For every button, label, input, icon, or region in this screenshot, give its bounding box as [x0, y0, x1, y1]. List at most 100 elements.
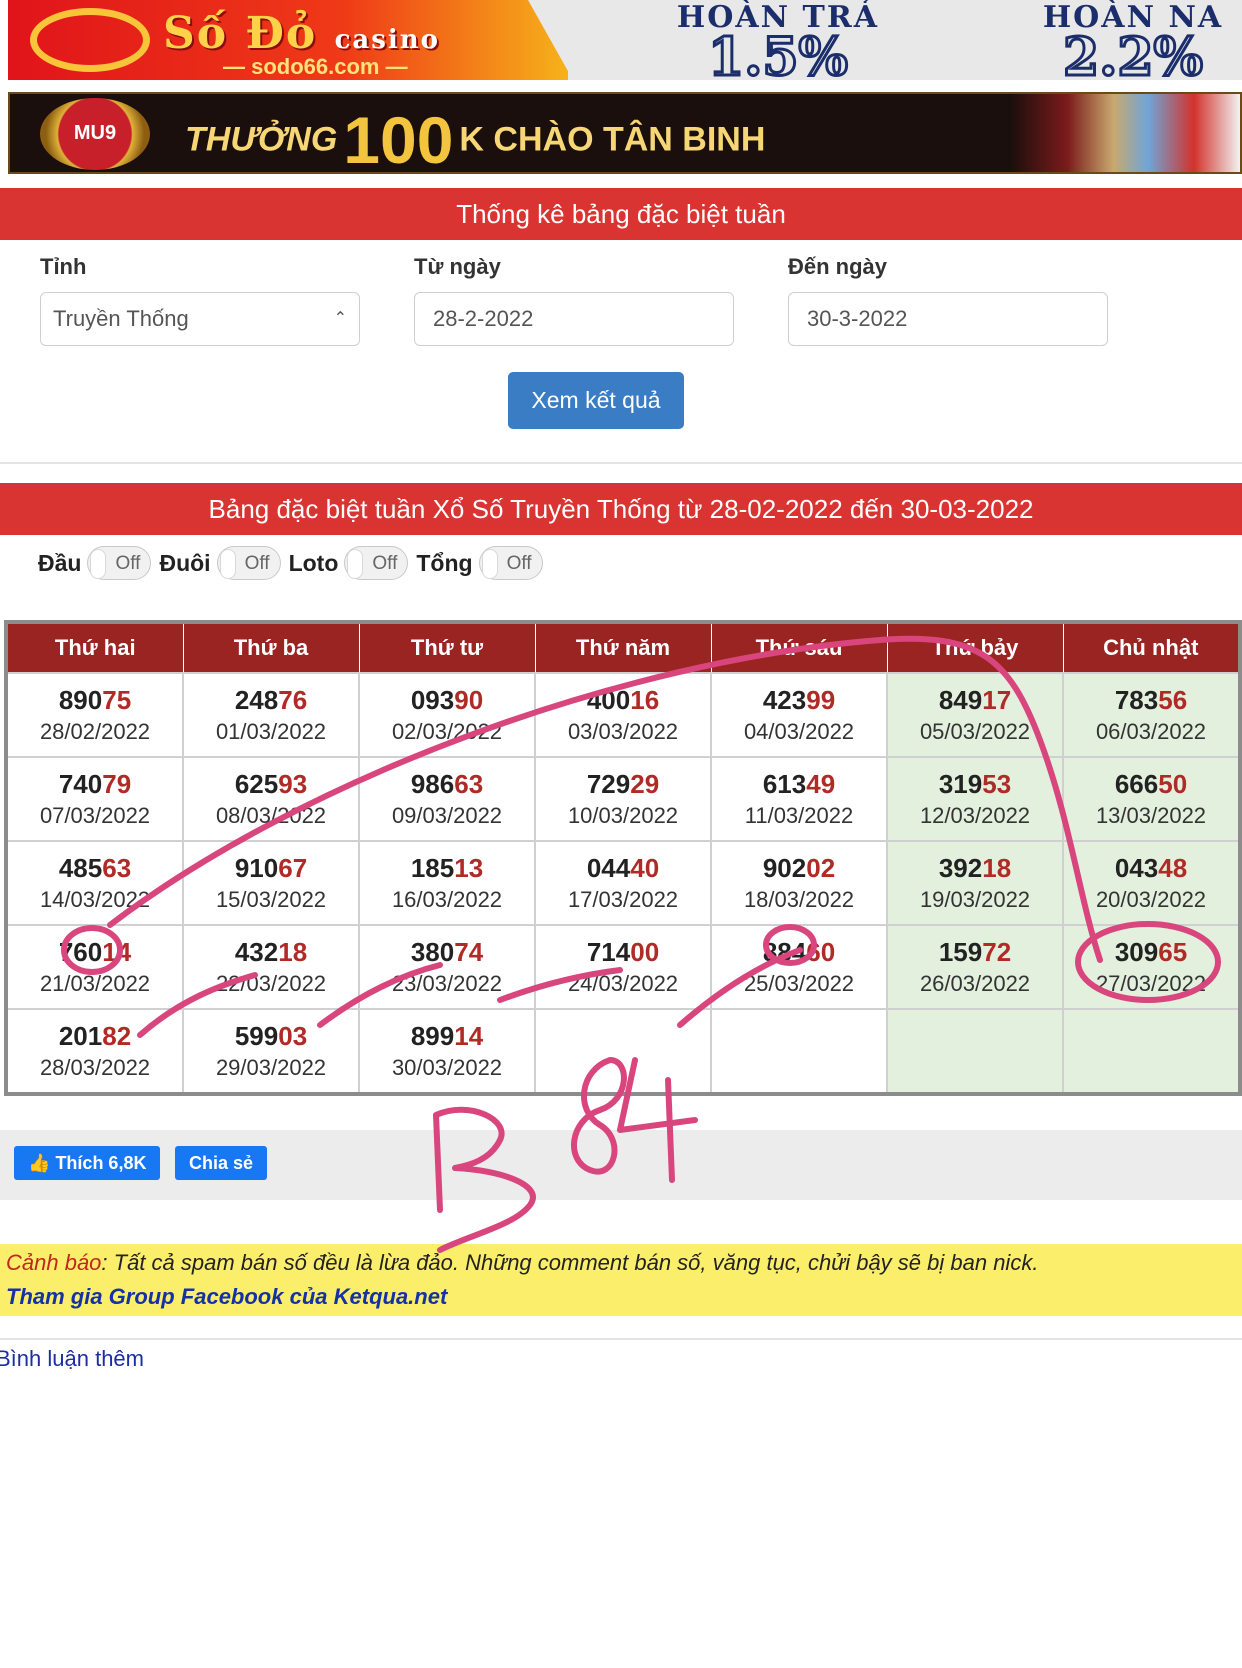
toggle-duoi[interactable]: Off	[216, 546, 281, 580]
toggle-label-loto: Loto	[288, 549, 339, 576]
offer-2: HOÀN NA 2.2%	[1042, 0, 1224, 80]
toggle-dau[interactable]: Off	[87, 546, 152, 580]
facebook-share-button[interactable]: Chia sẻ	[175, 1146, 268, 1180]
number-head: 884	[762, 937, 807, 967]
draw-date: 02/03/2022	[391, 719, 503, 744]
number-head: 044	[586, 853, 631, 883]
number-head: 986	[410, 769, 455, 799]
draw-date: 15/03/2022	[215, 887, 327, 912]
number-tail: 60	[806, 937, 836, 967]
players-photo	[1010, 94, 1240, 172]
result-cell: 91067 15/03/2022	[182, 840, 360, 926]
number-tail: 63	[102, 853, 132, 883]
number-tail: 16	[630, 685, 660, 715]
number-tail: 29	[630, 769, 660, 799]
draw-date: 16/03/2022	[391, 887, 503, 912]
number-head: 201	[58, 1021, 103, 1051]
mu9-badge-icon: MU9	[40, 98, 150, 170]
number-head: 613	[762, 769, 807, 799]
number-head: 485	[58, 853, 103, 883]
number-tail: 49	[806, 769, 836, 799]
draw-date: 25/03/2022	[743, 971, 855, 996]
number-head: 309	[1114, 937, 1159, 967]
number-tail: 18	[278, 937, 308, 967]
result-cell: 72929 10/03/2022	[534, 756, 712, 842]
draw-date: 26/03/2022	[919, 971, 1031, 996]
result-cell: 43218 22/03/2022	[182, 924, 360, 1010]
result-cell: 38074 23/03/2022	[358, 924, 536, 1010]
number-tail: 18	[982, 853, 1012, 883]
number-tail: 75	[102, 685, 132, 715]
number-head: 423	[762, 685, 807, 715]
special-number: 20182	[9, 1019, 181, 1053]
result-cell: 24876 01/03/2022	[182, 672, 360, 758]
mu9-banner[interactable]: MU9 THƯỞNG100 K CHÀO TÂN BINH	[8, 92, 1242, 174]
draw-date: 21/03/2022	[39, 971, 151, 996]
toggle-loto[interactable]: Off	[344, 546, 409, 580]
result-cell: 84917 05/03/2022	[886, 672, 1064, 758]
from-date-input[interactable]: 28-2-2022	[414, 292, 734, 346]
special-number: 09390	[361, 683, 533, 717]
number-tail: 72	[982, 937, 1012, 967]
number-head: 248	[234, 685, 279, 715]
number-tail: 14	[102, 937, 132, 967]
draw-date: 12/03/2022	[919, 803, 1031, 828]
special-number: 39218	[889, 851, 1061, 885]
special-number: 24876	[185, 683, 357, 717]
result-cell: 18513 16/03/2022	[358, 840, 536, 926]
special-number: 30965	[1065, 935, 1237, 969]
more-comments-link[interactable]: Bình luận thêm	[0, 1346, 144, 1372]
toggle-tong[interactable]: Off	[478, 546, 543, 580]
province-select[interactable]: Truyền Thống ⌃	[40, 292, 360, 346]
special-number: 59903	[185, 1019, 357, 1053]
special-number: 84917	[889, 683, 1061, 717]
divider	[0, 462, 1242, 464]
result-cell: 74079 07/03/2022	[5, 756, 184, 842]
number-tail: 74	[454, 937, 484, 967]
col-wed: Thứ tư	[358, 621, 536, 674]
draw-date: 19/03/2022	[919, 887, 1031, 912]
number-head: 043	[1114, 853, 1159, 883]
facebook-group-link[interactable]: Tham gia Group Facebook của Ketqua.net	[6, 1284, 447, 1310]
draw-date: 06/03/2022	[1095, 719, 1207, 744]
divider-bottom	[0, 1338, 1242, 1340]
result-cell: 31953 12/03/2022	[886, 756, 1064, 842]
draw-date: 27/03/2022	[1095, 971, 1207, 996]
result-cell: 59903 29/03/2022	[182, 1008, 360, 1095]
number-head: 902	[762, 853, 807, 883]
facebook-like-button[interactable]: 👍 Thích 6,8K	[14, 1146, 161, 1180]
sodo-casino-banner[interactable]: Số Đỏ casino — sodo66.com — HOÀN TRẢ 1.5…	[8, 0, 1242, 80]
result-cell	[1062, 1008, 1241, 1095]
result-cell: 15972 26/03/2022	[886, 924, 1064, 1010]
number-tail: 65	[1158, 937, 1188, 967]
number-head: 849	[938, 685, 983, 715]
draw-date: 08/03/2022	[215, 803, 327, 828]
draw-date: 30/03/2022	[391, 1055, 503, 1080]
draw-date: 13/03/2022	[1095, 803, 1207, 828]
special-number: 38074	[361, 935, 533, 969]
col-thu: Thứ năm	[534, 621, 712, 674]
draw-date: 29/03/2022	[215, 1055, 327, 1080]
special-number: 48563	[9, 851, 181, 885]
view-results-button[interactable]: Xem kết quả	[508, 372, 684, 429]
result-cell	[886, 1008, 1064, 1095]
result-cell: 39218 19/03/2022	[886, 840, 1064, 926]
number-tail: 13	[454, 853, 484, 883]
offer-1: HOÀN TRẢ 1.5%	[676, 0, 880, 80]
table-row: 89075 28/02/2022 24876 01/03/2022 09390 02/03…	[5, 672, 1241, 758]
result-cell: 40016 03/03/2022	[534, 672, 712, 758]
special-number: 89914	[361, 1019, 533, 1053]
draw-date: 04/03/2022	[743, 719, 855, 744]
to-date-input[interactable]: 30-3-2022	[788, 292, 1108, 346]
result-cell: 09390 02/03/2022	[358, 672, 536, 758]
toggle-label-dau: Đầu	[38, 549, 82, 576]
number-tail: 53	[982, 769, 1012, 799]
special-number: 40016	[537, 683, 709, 717]
special-number: 31953	[889, 767, 1061, 801]
number-tail: 00	[630, 937, 660, 967]
draw-date: 23/03/2022	[391, 971, 503, 996]
result-cell: 76014 21/03/2022	[5, 924, 184, 1010]
special-number: 18513	[361, 851, 533, 885]
number-tail: 17	[982, 685, 1012, 715]
number-tail: 79	[102, 769, 132, 799]
